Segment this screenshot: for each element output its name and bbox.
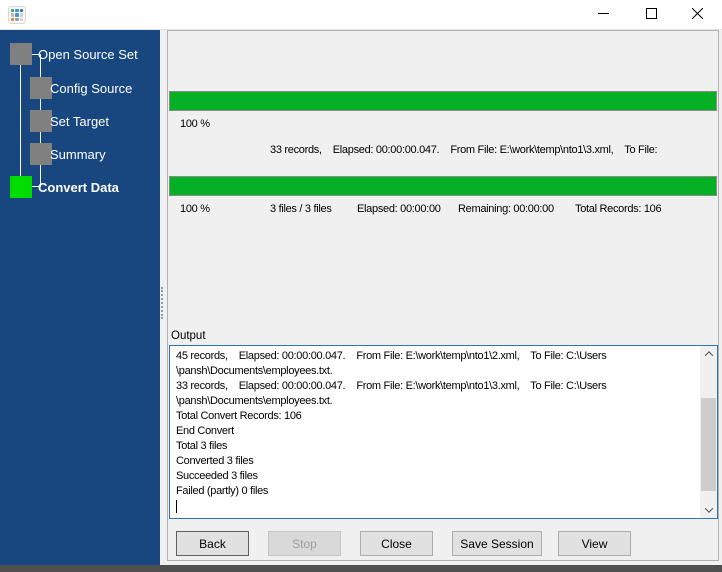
total-remaining: Remaining: 00:00:00 [458,203,554,215]
output-line: 33 records, Elapsed: 00:00:00.047. From … [176,379,697,394]
output-scrollbar[interactable] [700,346,717,518]
output-line: Failed (partly) 0 files [176,484,697,499]
sidebar-item-summary[interactable]: Summary [50,147,106,162]
output-line: Succeeded 3 files [176,469,697,484]
scrollbar-thumb[interactable] [701,398,716,491]
file-progress-bar [169,91,717,111]
step-marker-set-target [30,110,52,132]
output-line: \pansh\Documents\employees.txt. [176,394,697,409]
step-marker-summary [30,143,52,165]
output-log: 45 records, Elapsed: 00:00:00.047. From … [176,349,697,513]
file-progress-percent: 100 % [180,118,210,130]
connector-line [20,65,21,176]
total-progress-bar [169,176,717,196]
chevron-down-icon [704,504,712,512]
step-marker-convert-data [10,176,32,198]
minimize-button[interactable] [587,2,619,28]
view-button[interactable]: View [558,531,631,556]
close-icon [692,6,703,24]
output-textarea[interactable]: 45 records, Elapsed: 00:00:00.047. From … [169,345,718,519]
text-caret [176,500,177,513]
total-progress-percent: 100 % [180,203,210,215]
output-line: 45 records, Elapsed: 00:00:00.047. From … [176,349,697,364]
minimize-icon [598,6,609,24]
step-marker-config-source [30,77,52,99]
connector-line [40,132,41,143]
sidebar-item-convert-data[interactable]: Convert Data [38,180,119,195]
file-status-line-1: 33 records, Elapsed: 00:00:00.047. From … [270,142,657,158]
maximize-icon [646,6,657,24]
total-files-count: 3 files / 3 files [270,203,332,215]
wizard-sidebar: Open Source Set Config Source Set Target… [0,30,160,566]
back-button[interactable]: Back [176,531,249,556]
connector-line [40,99,41,110]
close-dialog-button[interactable]: Close [360,531,433,556]
output-line: Total Convert Records: 106 [176,409,697,424]
window-bottom-edge [0,565,722,572]
sidebar-item-set-target[interactable]: Set Target [50,114,109,129]
sidebar-item-config-source[interactable]: Config Source [50,81,132,96]
titlebar [0,0,722,30]
maximize-button[interactable] [635,2,667,28]
total-elapsed: Elapsed: 00:00:00 [357,203,441,215]
chevron-up-icon [704,351,712,359]
output-line: Converted 3 files [176,454,697,469]
total-progress-fill [170,177,716,195]
scroll-up-button[interactable] [700,346,717,362]
output-line: End Convert [176,424,697,439]
stop-button[interactable]: Stop [268,531,341,556]
total-records: Total Records: 106 [575,203,661,215]
output-line: \pansh\Documents\employees.txt. [176,364,697,379]
file-progress-fill [170,92,716,110]
sidebar-item-open-source-set[interactable]: Open Source Set [38,47,138,62]
app-icon [8,6,26,24]
output-label: Output [171,330,206,342]
output-line: Total 3 files [176,439,697,454]
app-window: Open Source Set Config Source Set Target… [0,0,722,572]
splitter-handle[interactable] [161,287,163,319]
scroll-down-button[interactable] [700,502,717,518]
close-button[interactable] [681,2,713,28]
save-session-button[interactable]: Save Session [452,531,542,556]
step-marker-open-source-set [10,43,32,65]
